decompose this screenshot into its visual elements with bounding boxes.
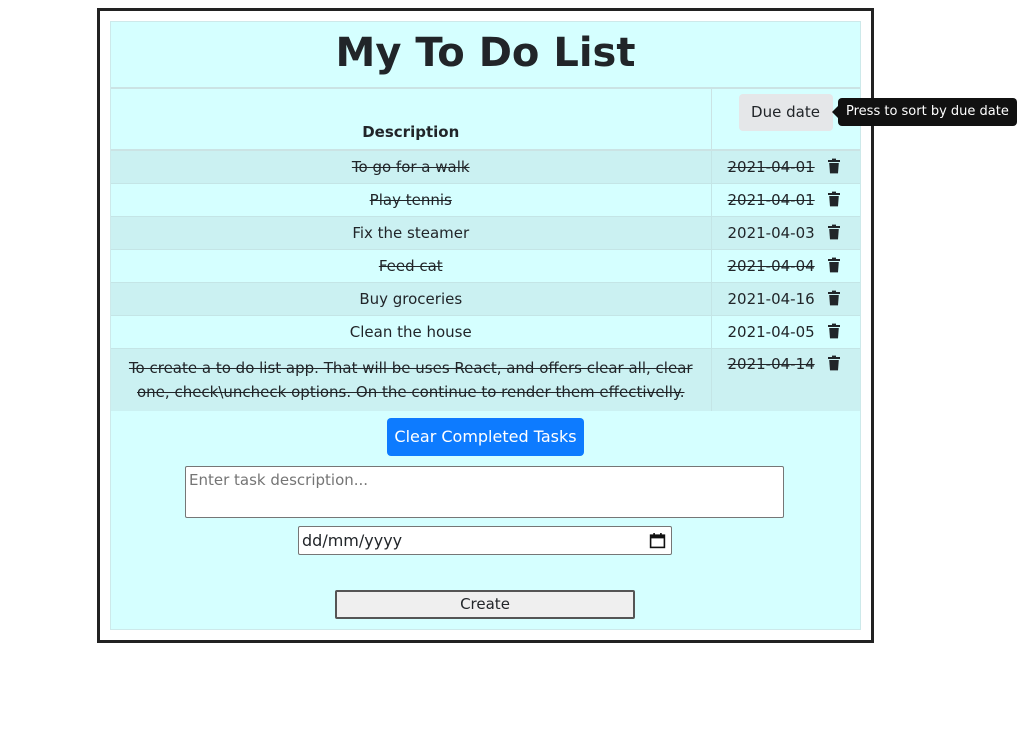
table-row[interactable]: Feed cat 2021-04-04 bbox=[111, 249, 860, 283]
task-due-date: 2021-04-05 bbox=[727, 323, 815, 341]
table-row[interactable]: Fix the steamer 2021-04-03 bbox=[111, 216, 860, 250]
task-due-date-cell: 2021-04-05 bbox=[711, 315, 860, 349]
table-row[interactable]: To create a to do list app. That will be… bbox=[111, 348, 860, 411]
task-due-date: 2021-04-01 bbox=[727, 158, 815, 176]
table-row[interactable]: To go for a walk 2021-04-01 bbox=[111, 149, 860, 184]
trash-icon[interactable] bbox=[826, 224, 842, 240]
due-date-input[interactable]: dd/mm/yyyy bbox=[298, 526, 672, 555]
task-description-input[interactable] bbox=[185, 466, 784, 518]
task-due-date-cell: 2021-04-04 bbox=[711, 249, 860, 283]
todo-panel: My To Do List Description Due date To go… bbox=[110, 21, 861, 630]
task-description[interactable]: To create a to do list app. That will be… bbox=[111, 348, 712, 411]
task-due-date: 2021-04-16 bbox=[727, 290, 815, 308]
due-date-placeholder: dd/mm/yyyy bbox=[302, 531, 403, 550]
task-due-date: 2021-04-03 bbox=[727, 224, 815, 242]
table-row[interactable]: Play tennis 2021-04-01 bbox=[111, 183, 860, 217]
create-button[interactable]: Create bbox=[335, 590, 635, 619]
trash-icon[interactable] bbox=[826, 355, 842, 371]
trash-icon[interactable] bbox=[826, 323, 842, 339]
task-due-date: 2021-04-01 bbox=[727, 191, 815, 209]
task-description[interactable]: Fix the steamer bbox=[111, 216, 712, 250]
app-frame: My To Do List Description Due date To go… bbox=[97, 8, 874, 643]
task-description[interactable]: Clean the house bbox=[111, 315, 712, 349]
todo-rows: To go for a walk 2021-04-01 Play tennis 202… bbox=[111, 149, 860, 411]
trash-icon[interactable] bbox=[826, 191, 842, 207]
sort-tooltip: Press to sort by due date bbox=[832, 98, 1017, 126]
description-header: Description bbox=[111, 89, 712, 151]
trash-icon[interactable] bbox=[826, 257, 842, 273]
table-header-row: Description Due date bbox=[111, 89, 860, 151]
sort-by-due-date-button[interactable]: Due date bbox=[738, 94, 833, 131]
task-due-date-cell: 2021-04-14 bbox=[711, 348, 860, 411]
task-description[interactable]: To go for a walk bbox=[111, 149, 712, 184]
task-due-date-cell: 2021-04-03 bbox=[711, 216, 860, 250]
trash-icon[interactable] bbox=[826, 158, 842, 174]
task-due-date: 2021-04-14 bbox=[727, 355, 815, 373]
task-due-date: 2021-04-04 bbox=[727, 257, 815, 275]
task-description[interactable]: Feed cat bbox=[111, 249, 712, 283]
task-description[interactable]: Buy groceries bbox=[111, 282, 712, 316]
task-due-date-cell: 2021-04-01 bbox=[711, 183, 860, 217]
clear-completed-button[interactable]: Clear Completed Tasks bbox=[387, 418, 584, 456]
task-due-date-cell: 2021-04-01 bbox=[711, 149, 860, 184]
page-title: My To Do List bbox=[111, 22, 860, 89]
table-row[interactable]: Clean the house 2021-04-05 bbox=[111, 315, 860, 349]
task-description[interactable]: Play tennis bbox=[111, 183, 712, 217]
task-due-date-cell: 2021-04-16 bbox=[711, 282, 860, 316]
calendar-icon[interactable] bbox=[649, 532, 666, 549]
trash-icon[interactable] bbox=[826, 290, 842, 306]
todo-table: Description Due date To go for a walk 202… bbox=[111, 89, 860, 411]
table-row[interactable]: Buy groceries 2021-04-16 bbox=[111, 282, 860, 316]
